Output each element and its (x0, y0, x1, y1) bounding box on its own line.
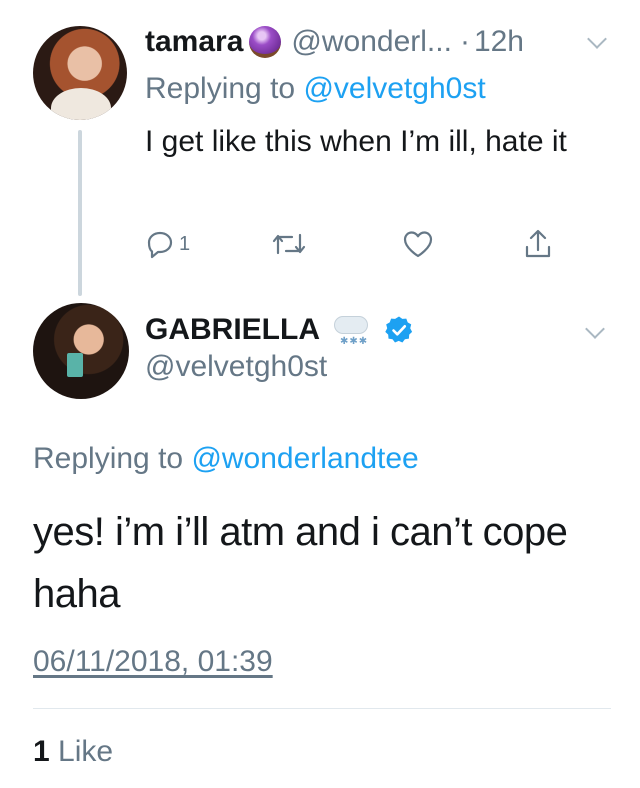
avatar-tamara[interactable] (33, 26, 127, 120)
like-button[interactable] (402, 226, 434, 262)
avatar-image (67, 353, 83, 377)
reply-mention-link[interactable]: @wonderlandtee (191, 442, 418, 475)
retweet-icon (272, 233, 306, 255)
reply-mention-link[interactable]: @velvetgh0st (303, 72, 485, 105)
tweet1-header: tamara @wonderl... · 12h (145, 22, 524, 62)
avatar-gabriella[interactable] (33, 303, 129, 399)
tweet1-text: I get like this when I’m ill, hate it (145, 125, 567, 158)
avatar-image (51, 88, 111, 120)
tweet1-chevron-down-icon[interactable] (587, 29, 607, 49)
tweet2-replying-to: Replying to @wonderlandtee (33, 442, 419, 476)
reply-button[interactable]: 1 (145, 226, 190, 262)
retweet-button[interactable] (270, 226, 308, 262)
tweet2-timestamp[interactable]: 06/11/2018, 01:39 (33, 645, 273, 679)
share-button[interactable] (522, 226, 554, 262)
tweet2-author-handle[interactable]: @velvetgh0st (145, 350, 327, 384)
tweet1-author-name[interactable]: tamara (145, 25, 243, 59)
heart-icon (403, 231, 433, 258)
tweet2-author-name[interactable]: GABRIELLA (145, 313, 320, 347)
tweet1-replying-to: Replying to @velvetgh0st (145, 72, 486, 106)
verified-badge-icon (385, 316, 413, 343)
like-count-label: Like (58, 735, 114, 768)
replying-to-label: Replying to (33, 442, 192, 475)
reply-icon (147, 231, 173, 259)
replying-to-label: Replying to (145, 72, 304, 105)
likes-count[interactable]: 1 Like (33, 735, 113, 769)
share-icon (525, 229, 551, 258)
reply-count: 1 (179, 232, 191, 255)
tweet2-chevron-down-icon[interactable] (585, 319, 605, 339)
like-count-number: 1 (33, 735, 50, 768)
crystal-ball-emoji-icon (249, 26, 282, 58)
tweet1-author-handle[interactable]: @wonderl... (291, 25, 452, 59)
cloud-with-snow-emoji-icon: ✱✱✱ (332, 312, 372, 348)
divider (33, 708, 611, 709)
tweet2-text: yes! i’m i’ll atm and i can’t cope haha (33, 510, 568, 616)
thread-connector-line (78, 130, 82, 296)
tweet1-time[interactable]: 12h (474, 25, 524, 59)
tweet2-header: GABRIELLA ✱✱✱ (145, 310, 414, 350)
tweet1-separator: · (459, 25, 470, 58)
